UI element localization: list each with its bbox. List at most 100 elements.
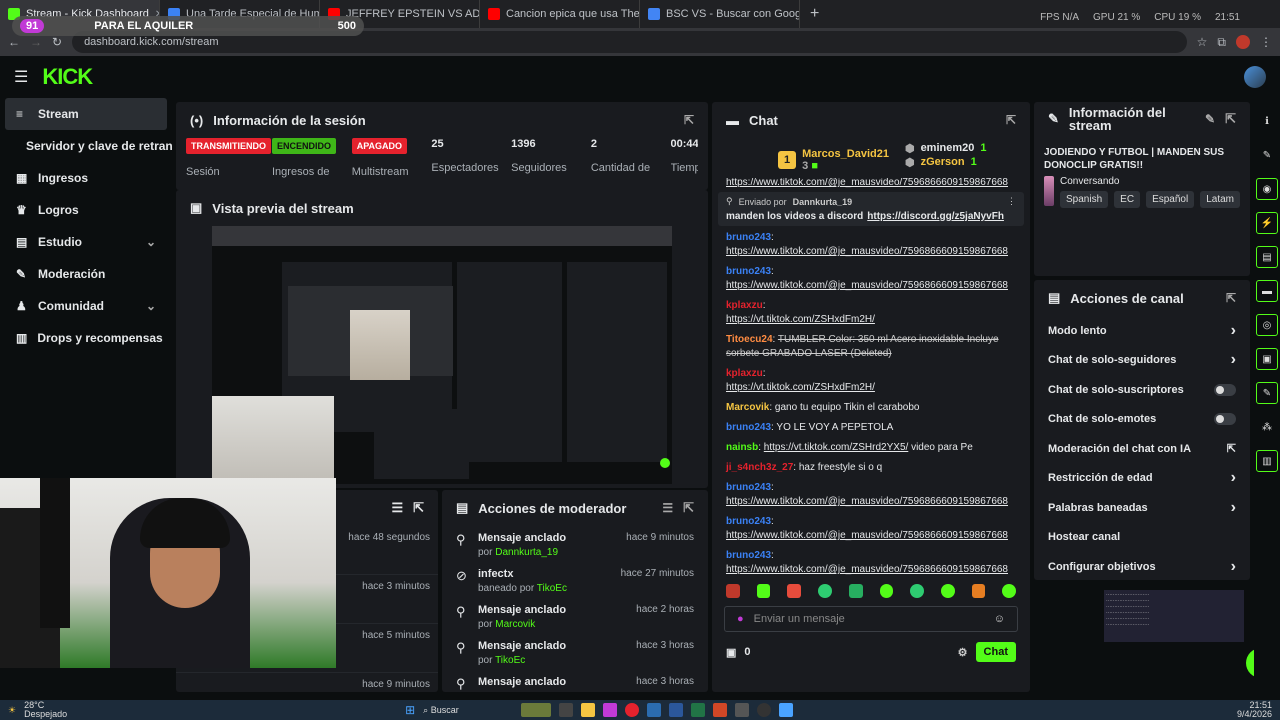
- sidebar-item[interactable]: Servidor y clave de retransn: [0, 130, 172, 162]
- filter-icon[interactable]: ☰: [662, 501, 673, 515]
- app-icon[interactable]: [779, 703, 794, 717]
- popout-icon[interactable]: ⇱: [683, 500, 694, 516]
- chat-username[interactable]: bruno243: [726, 482, 771, 493]
- settings-icon[interactable]: ⚙: [958, 646, 968, 659]
- points-icon[interactable]: ▣: [726, 646, 736, 659]
- mod-action-row[interactable]: ⚲ Mensaje anclado por TikoEc hace 3 horas: [442, 634, 708, 670]
- chrome-icon[interactable]: [625, 703, 640, 717]
- star-icon[interactable]: ☆: [1197, 35, 1208, 49]
- stream-tag[interactable]: Spanish: [1060, 191, 1109, 208]
- mod-action-user[interactable]: Dannkurta_19: [495, 547, 558, 558]
- chat-message[interactable]: ji_s4nch3z_27: haz freestyle si o q: [712, 458, 1030, 478]
- channel-action-row[interactable]: Chat de solo-emotes: [1034, 405, 1250, 435]
- user-avatar[interactable]: [1244, 66, 1266, 88]
- chat-username[interactable]: Titoecu24: [726, 334, 773, 345]
- rail-button[interactable]: ▬: [1256, 280, 1278, 302]
- back-icon[interactable]: ←: [8, 35, 20, 49]
- taskbar-search[interactable]: ⌕ Buscar: [423, 705, 513, 716]
- app-icon[interactable]: [757, 703, 772, 717]
- emote-icon[interactable]: [787, 584, 802, 598]
- forward-icon[interactable]: →: [30, 35, 42, 49]
- emote-icon[interactable]: [726, 584, 740, 598]
- mod-action-row[interactable]: ⊘ infectx baneado por TikoEc hace 27 minuto…: [442, 562, 708, 598]
- kick-logo[interactable]: KICK: [42, 64, 93, 90]
- pinned-link[interactable]: https://discord.gg/z5jaNyvFh: [867, 211, 1004, 222]
- mod-action-row[interactable]: ⚲ Mensaje anclado por Marcovik hace 2 horas: [442, 598, 708, 634]
- rail-button[interactable]: ▥: [1256, 450, 1278, 472]
- browser-tab[interactable]: BSC VS - Buscar con Google✕: [640, 0, 800, 28]
- emote-icon[interactable]: [879, 584, 894, 598]
- emote-icon[interactable]: [848, 584, 863, 598]
- cutoff-link[interactable]: https://www.tiktok.com/@je_mausvideo/759…: [726, 178, 1008, 188]
- popout-icon[interactable]: ⇱: [1006, 113, 1016, 127]
- chat-message[interactable]: kplaxzu: https://vt.tiktok.com/ZSHxdFm2H…: [712, 364, 1030, 398]
- toggle-switch[interactable]: [1214, 383, 1236, 396]
- emote-icon[interactable]: [818, 584, 832, 598]
- emoji-icon[interactable]: ☺: [994, 613, 1005, 625]
- rail-button[interactable]: ⁂: [1256, 416, 1278, 438]
- app-icon[interactable]: [581, 703, 596, 717]
- sidebar-item[interactable]: ▥ Drops y recompensas: [0, 322, 172, 354]
- stream-tag[interactable]: Español: [1146, 191, 1195, 208]
- chat-username[interactable]: bruno243: [726, 550, 771, 561]
- chat-message[interactable]: bruno243: https://www.tiktok.com/@je_mau…: [712, 478, 1030, 512]
- chat-username[interactable]: nainsb: [726, 442, 758, 453]
- chat-username[interactable]: bruno243: [726, 232, 771, 243]
- app-icon[interactable]: [647, 703, 662, 717]
- chat-link[interactable]: https://vt.tiktok.com/ZSHxdFm2H/: [726, 382, 875, 393]
- channel-action-row[interactable]: Chat de solo-seguidores ›: [1034, 346, 1250, 376]
- emote-icon[interactable]: [940, 584, 955, 598]
- mod-action-user[interactable]: Marcovik: [495, 619, 535, 630]
- chat-link[interactable]: https://www.tiktok.com/@je_mausvideo/759…: [726, 496, 1008, 507]
- sidebar-item[interactable]: ≡ Stream: [5, 98, 167, 130]
- chat-username[interactable]: bruno243: [726, 516, 771, 527]
- new-tab-icon[interactable]: +: [800, 5, 829, 23]
- more-icon[interactable]: ⋮: [1007, 196, 1016, 207]
- channel-action-row[interactable]: Restricción de edad ›: [1034, 464, 1250, 494]
- emote-icon[interactable]: [910, 584, 924, 598]
- popout-icon[interactable]: ⇱: [413, 500, 424, 516]
- powerpoint-icon[interactable]: [713, 703, 728, 717]
- mic-icon[interactable]: ●: [737, 613, 744, 625]
- app-icon[interactable]: [603, 703, 618, 717]
- reload-icon[interactable]: ↻: [52, 35, 62, 49]
- rail-button[interactable]: ◉: [1256, 178, 1278, 200]
- rail-button[interactable]: ✎: [1256, 144, 1278, 166]
- chat-message[interactable]: nainsb: https://vt.tiktok.com/ZSHrd2YX5/…: [712, 438, 1030, 458]
- channel-action-row[interactable]: Chat de solo-suscriptores: [1034, 375, 1250, 405]
- rail-button[interactable]: ▣: [1256, 348, 1278, 370]
- chat-link[interactable]: https://vt.tiktok.com/ZSHxdFm2H/: [726, 314, 875, 325]
- emote-icon[interactable]: [756, 584, 771, 598]
- chat-username[interactable]: kplaxzu: [726, 300, 763, 311]
- extensions-icon[interactable]: ⧉: [1217, 35, 1226, 50]
- app-icon[interactable]: [559, 703, 574, 717]
- app-icon[interactable]: [521, 703, 552, 717]
- chat-message[interactable]: bruno243: https://www.tiktok.com/@je_mau…: [712, 512, 1030, 546]
- edit-icon[interactable]: ✎: [1205, 112, 1215, 126]
- popout-icon[interactable]: ⇱: [1226, 291, 1236, 305]
- chat-link[interactable]: https://vt.tiktok.com/ZSHrd2YX5/: [764, 442, 909, 453]
- chat-message[interactable]: kplaxzu: https://vt.tiktok.com/ZSHxdFm2H…: [712, 296, 1030, 330]
- chat-message[interactable]: bruno243: https://www.tiktok.com/@je_mau…: [712, 262, 1030, 296]
- send-chat-button[interactable]: Chat: [975, 642, 1016, 662]
- rail-button[interactable]: ℹ: [1256, 110, 1278, 132]
- rail-button[interactable]: ▤: [1256, 246, 1278, 268]
- mod-action-user[interactable]: TikoEc: [537, 583, 567, 594]
- mod-action-user[interactable]: TikoEc: [495, 655, 525, 666]
- chat-username[interactable]: kplaxzu: [726, 368, 763, 379]
- chat-link[interactable]: https://www.tiktok.com/@je_mausvideo/759…: [726, 246, 1008, 257]
- chat-message[interactable]: bruno243: https://www.tiktok.com/@je_mau…: [712, 228, 1030, 262]
- sidebar-item[interactable]: ▦ Ingresos: [0, 162, 172, 194]
- chat-message[interactable]: Marcovik: gano tu equipo Tikin el carabo…: [712, 398, 1030, 418]
- chat-message[interactable]: Titoecu24: TUMBLER Color: 350 ml Acero i…: [712, 330, 1030, 364]
- mod-action-row[interactable]: ⚲ Mensaje anclado hace 3 horas: [442, 670, 708, 692]
- emote-icon[interactable]: [971, 584, 986, 598]
- filter-icon[interactable]: ☰: [391, 500, 403, 516]
- popout-icon[interactable]: ⇱: [684, 113, 694, 127]
- windows-start-icon[interactable]: ⊞: [405, 703, 415, 717]
- menu-icon[interactable]: ⋮: [1260, 35, 1272, 49]
- channel-action-row[interactable]: Hostear canal: [1034, 523, 1250, 553]
- message-input[interactable]: ● Enviar un mensaje ☺: [724, 606, 1018, 632]
- sidebar-item[interactable]: ♛ Logros: [0, 194, 172, 226]
- mod-action-row[interactable]: ⚲ Mensaje anclado por Dannkurta_19 hace 9 m…: [442, 526, 708, 562]
